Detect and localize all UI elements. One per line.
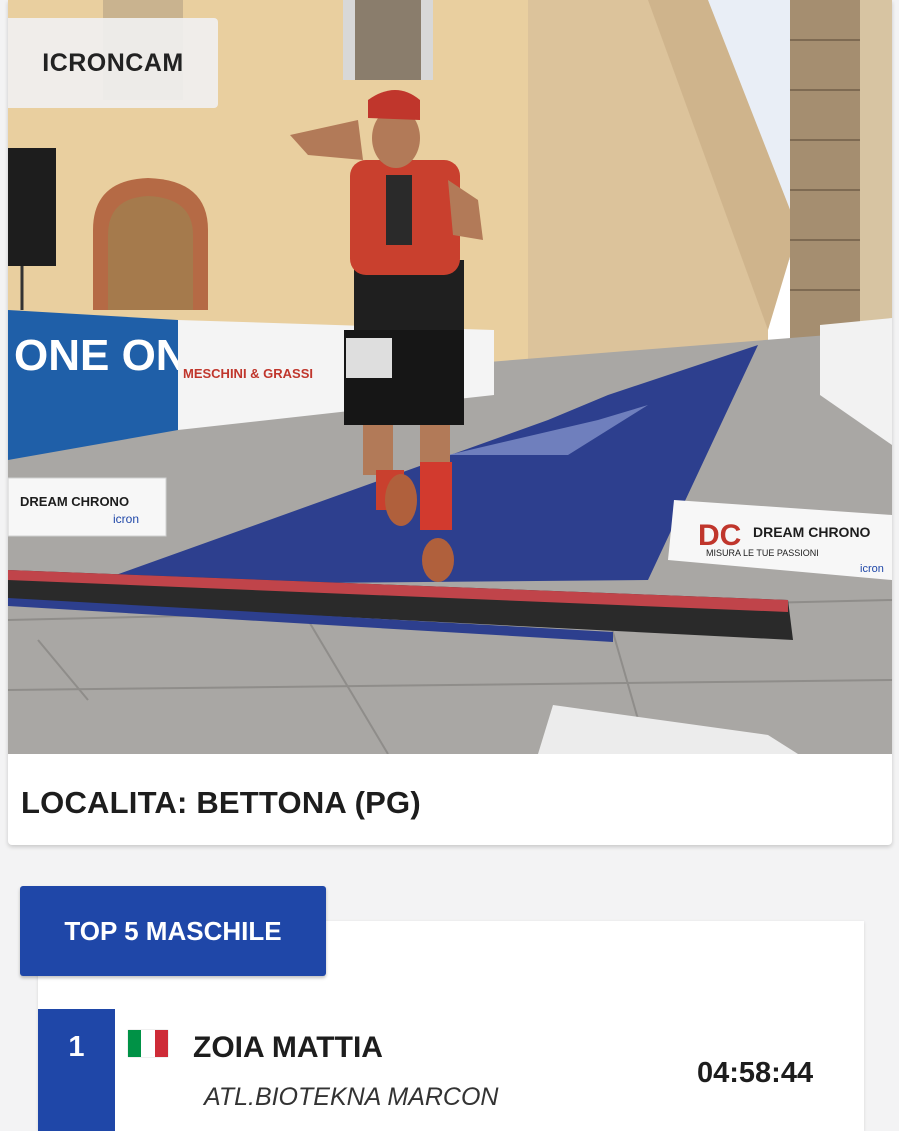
italy-flag-icon bbox=[128, 1030, 168, 1057]
right-dream-chrono-label: DREAM CHRONO bbox=[753, 524, 871, 540]
rank-number: 1 bbox=[38, 1009, 115, 1131]
finish-time: 04:58:44 bbox=[697, 1057, 814, 1089]
right-icron-label: icron bbox=[860, 563, 884, 575]
right-tagline-label: MISURA LE TUE PASSIONI bbox=[706, 548, 819, 558]
location-title: LOCALITA: BETTONA (PG) bbox=[21, 785, 421, 820]
athlete-name: ZOIA MATTIA bbox=[193, 1031, 383, 1064]
race-photo[interactable]: ONE ONE MESCHINI & GRASSI DREAM CHRONO i… bbox=[8, 0, 892, 754]
ranking-row[interactable]: 1 ZOIA MATTIA ATL.BIOTEKNA MARCON 04:58:… bbox=[38, 1009, 864, 1131]
athlete-club: ATL.BIOTEKNA MARCON bbox=[204, 1083, 499, 1111]
left-dream-chrono-label: DREAM CHRONO bbox=[20, 494, 129, 509]
photo-card: ONE ONE MESCHINI & GRASSI DREAM CHRONO i… bbox=[8, 0, 892, 845]
top5-male-tab[interactable]: TOP 5 MASCHILE bbox=[20, 886, 326, 976]
left-icron-label: icron bbox=[113, 512, 139, 526]
icroncam-badge: ICRONCAM bbox=[8, 18, 218, 108]
sponsor-meschini-label: MESCHINI & GRASSI bbox=[183, 366, 313, 381]
